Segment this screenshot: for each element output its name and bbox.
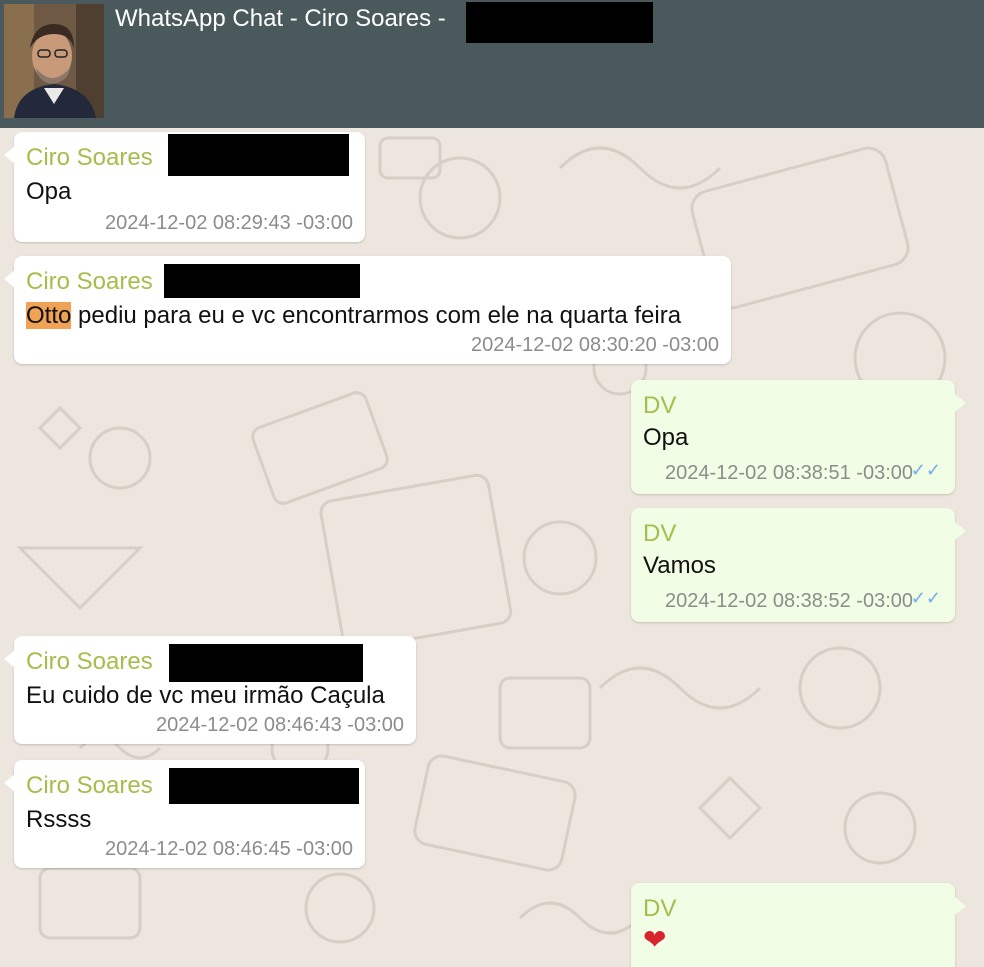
message-bubble[interactable]: Ciro Soares Otto pediu para eu e vc enco… [4, 256, 731, 364]
avatar-photo [4, 4, 104, 118]
message-text: Opa [26, 178, 72, 205]
message-sender: Ciro Soares [26, 648, 153, 675]
double-check-icon: ✓✓ [910, 588, 941, 608]
redaction-bar [164, 264, 360, 298]
redaction-bar [466, 2, 653, 43]
message-timestamp: 2024-12-02 08:46:45 -03:00 [105, 838, 353, 860]
redaction-bar [169, 768, 359, 804]
message-timestamp: 2024-12-02 08:38:52 -03:00 [665, 590, 913, 612]
message-timestamp: 2024-12-02 08:30:20 -03:00 [471, 334, 719, 356]
message-sender: Ciro Soares [26, 268, 153, 295]
message-text: Otto pediu para eu e vc encontrarmos com… [26, 302, 681, 330]
message-timestamp: 2024-12-02 08:29:43 -03:00 [105, 212, 353, 234]
message-sender: Ciro Soares [26, 772, 153, 799]
redaction-bar [169, 644, 363, 682]
heart-icon: ❤ [643, 924, 667, 955]
message-text-rest: pediu para eu e vc encontrarmos com ele … [71, 302, 682, 329]
bubble-tail [955, 522, 966, 540]
contact-avatar[interactable] [4, 4, 104, 118]
message-timestamp: 2024-12-02 08:38:51 -03:00 [665, 462, 913, 484]
redaction-bar [168, 134, 349, 176]
message-sender: DV [643, 520, 677, 547]
message-text: Eu cuido de vc meu irmão Caçula [26, 682, 385, 709]
message-bubble[interactable]: DV Opa 2024-12-02 08:38:51 -03:00 ✓✓ [631, 380, 966, 494]
message-bubble[interactable]: Ciro Soares Rssss 2024-12-02 08:46:45 -0… [4, 760, 365, 868]
highlighted-name: Otto [26, 302, 72, 329]
bubble-tail [4, 774, 15, 792]
bubble-tail [955, 897, 966, 915]
chat-title: WhatsApp Chat - Ciro Soares - [115, 5, 446, 32]
bubble-tail [4, 650, 15, 668]
double-check-icon: ✓✓ [910, 460, 941, 480]
chat-area[interactable]: Ciro Soares Opa 2024-12-02 08:29:43 -03:… [0, 128, 984, 967]
bubble-tail [4, 270, 15, 288]
message-text: Opa [643, 424, 689, 451]
message-sender: DV [643, 895, 677, 922]
chat-header: WhatsApp Chat - Ciro Soares - [0, 0, 984, 128]
message-sender: Ciro Soares [26, 144, 153, 171]
message-bubble[interactable]: Ciro Soares Opa 2024-12-02 08:29:43 -03:… [4, 132, 365, 242]
message-text: Rssss [26, 806, 92, 833]
bubble-tail [955, 394, 966, 412]
message-sender: DV [643, 392, 677, 419]
message-bubble[interactable]: DV ❤ [631, 883, 966, 967]
message-bubble[interactable]: Ciro Soares Eu cuido de vc meu irmão Caç… [4, 636, 416, 744]
message-text: Vamos [643, 552, 716, 579]
message-bubble[interactable]: DV Vamos 2024-12-02 08:38:52 -03:00 ✓✓ [631, 508, 966, 622]
bubble-tail [4, 146, 15, 164]
message-timestamp: 2024-12-02 08:46:43 -03:00 [156, 714, 404, 736]
